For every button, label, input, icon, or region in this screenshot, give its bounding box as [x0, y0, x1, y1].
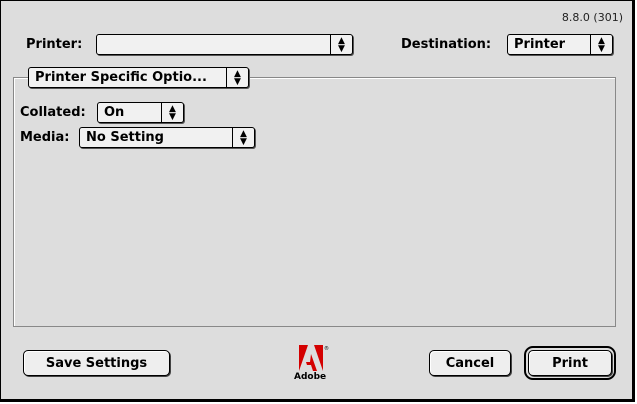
adobe-logo-icon: ® Adobe [291, 341, 331, 385]
version-label: 8.8.0 (301) [561, 11, 623, 24]
printer-label: Printer: [26, 37, 83, 52]
destination-label: Destination: [401, 37, 492, 52]
print-button[interactable]: Print [524, 346, 616, 380]
destination-select-value: Printer [514, 37, 566, 52]
media-select[interactable]: No Setting ▲ ▼ [79, 127, 255, 148]
up-down-arrows-icon: ▲ ▼ [226, 68, 248, 87]
collated-label: Collated: [20, 105, 86, 120]
adobe-logo-text: Adobe [294, 372, 327, 382]
up-down-arrows-icon: ▲ ▼ [330, 35, 352, 54]
cancel-button[interactable]: Cancel [429, 350, 511, 376]
collated-select[interactable]: On ▲ ▼ [97, 102, 184, 123]
collated-select-value: On [104, 105, 125, 120]
section-select-value: Printer Specific Optio... [35, 70, 207, 85]
printer-select[interactable]: ▲ ▼ [96, 34, 353, 55]
up-down-arrows-icon: ▲ ▼ [161, 103, 183, 122]
up-down-arrows-icon: ▲ ▼ [232, 128, 254, 147]
svg-text:®: ® [324, 345, 329, 352]
up-down-arrows-icon: ▲ ▼ [590, 35, 612, 54]
section-select[interactable]: Printer Specific Optio... ▲ ▼ [28, 67, 249, 88]
media-label: Media: [20, 130, 70, 145]
print-dialog: 8.8.0 (301) Printer: ▲ ▼ Destination: Pri… [0, 0, 635, 402]
save-settings-button[interactable]: Save Settings [23, 350, 170, 376]
media-select-value: No Setting [86, 130, 164, 145]
destination-select[interactable]: Printer ▲ ▼ [507, 34, 613, 55]
